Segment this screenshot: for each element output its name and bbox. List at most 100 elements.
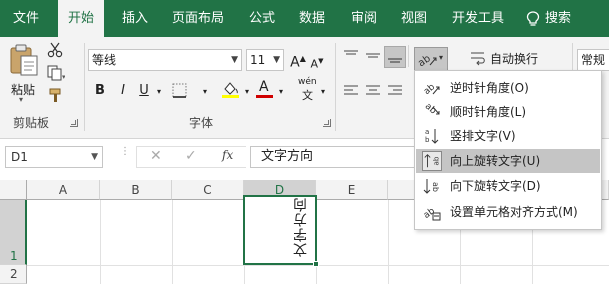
- copy-icon[interactable]: ▾: [47, 65, 65, 81]
- column-header-b[interactable]: B: [100, 180, 172, 200]
- paste-icon: [10, 44, 38, 76]
- clipboard-dialog-launcher[interactable]: [70, 119, 78, 127]
- tell-me-search[interactable]: 搜索: [526, 0, 571, 37]
- tab-insert[interactable]: 插入: [122, 0, 148, 37]
- lightbulb-icon: [526, 10, 540, 26]
- svg-text:a: a: [425, 128, 429, 136]
- column-header-c[interactable]: C: [172, 180, 244, 200]
- wrap-text-icon: [471, 52, 485, 66]
- fill-color-icon[interactable]: [221, 80, 241, 98]
- cancel-icon[interactable]: ✕: [150, 148, 162, 164]
- tab-home[interactable]: 开始: [58, 0, 104, 37]
- tab-view[interactable]: 视图: [401, 0, 427, 37]
- align-bottom-button[interactable]: [384, 46, 406, 68]
- chevron-down-icon[interactable]: ▾: [276, 82, 286, 102]
- formula-bar-grip[interactable]: ⋮: [120, 147, 130, 157]
- ribbon-separator: [84, 43, 85, 131]
- chevron-down-icon: ▾: [19, 95, 24, 104]
- row-number: 1: [10, 249, 18, 263]
- angle-clockwise-icon: ab: [423, 102, 440, 117]
- menu-item-rotate-text-up[interactable]: ab 向上旋转文字(U): [416, 149, 600, 173]
- tab-page-layout[interactable]: 页面布局: [172, 0, 224, 37]
- insert-function-icon[interactable]: fx: [222, 148, 233, 162]
- orientation-button[interactable]: ab ▾: [414, 47, 448, 71]
- chevron-down-icon[interactable]: ▾: [200, 82, 210, 102]
- chevron-down-icon: ▾: [439, 53, 444, 62]
- rotate-text-down-icon: ab: [423, 179, 440, 194]
- chevron-down-icon: ▼: [273, 55, 280, 65]
- decrease-font-button[interactable]: A▼: [310, 51, 324, 75]
- chevron-down-icon[interactable]: ▾: [242, 82, 252, 102]
- increase-font-glyph: A: [290, 54, 300, 71]
- increase-font-button[interactable]: A▲: [290, 49, 306, 73]
- menu-item-label: 向下旋转文字(D): [450, 179, 541, 193]
- name-box[interactable]: D1 ▼: [5, 146, 103, 168]
- column-header-a[interactable]: A: [27, 180, 100, 200]
- chevron-down-icon[interactable]: ▾: [318, 82, 328, 102]
- font-dialog-launcher[interactable]: [323, 119, 331, 127]
- menu-item-rotate-text-down[interactable]: ab 向下旋转文字(D): [416, 174, 600, 198]
- row-header-2[interactable]: 2: [0, 265, 27, 284]
- svg-text:ab: ab: [431, 156, 440, 165]
- underline-button[interactable]: U: [137, 81, 151, 101]
- tab-data[interactable]: 数据: [299, 0, 325, 37]
- enter-icon[interactable]: ✓: [185, 148, 197, 164]
- wrap-text-button[interactable]: 自动换行: [470, 49, 570, 69]
- font-name-value: 等线: [92, 53, 117, 67]
- tab-developer[interactable]: 开发工具: [452, 0, 504, 37]
- cell-d1[interactable]: 文字方向: [243, 195, 317, 265]
- phonetic-label: wén: [298, 77, 317, 87]
- tab-review[interactable]: 审阅: [351, 0, 377, 37]
- menu-item-label: 顺时针角度(L): [450, 105, 527, 119]
- text-orientation-icon: ab: [417, 53, 437, 69]
- svg-text:ab: ab: [423, 102, 438, 117]
- bold-button[interactable]: B: [92, 81, 108, 101]
- menu-item-angle-counterclockwise[interactable]: ab 逆时针角度(O): [416, 76, 600, 100]
- tab-file[interactable]: 文件: [13, 0, 39, 37]
- align-center-icon[interactable]: [365, 84, 381, 98]
- align-middle-icon[interactable]: [365, 49, 381, 63]
- grid-line: [388, 200, 389, 284]
- tab-formulas[interactable]: 公式: [249, 0, 275, 37]
- menu-item-label: 逆时针角度(O): [450, 81, 529, 95]
- format-cell-alignment-icon: ab: [422, 206, 441, 221]
- font-size-combo[interactable]: 11 ▼: [246, 49, 284, 71]
- borders-icon[interactable]: [172, 83, 190, 99]
- font-color-bar: [256, 95, 273, 98]
- row-number: 2: [10, 267, 18, 281]
- menu-item-vertical-text[interactable]: a b 竖排文字(V): [416, 124, 600, 148]
- grid-line: [172, 200, 173, 284]
- font-size-value: 11: [250, 53, 266, 67]
- row-header-1[interactable]: 1: [0, 200, 27, 265]
- align-top-icon[interactable]: [343, 49, 359, 63]
- rotate-text-up-icon: ab: [422, 151, 442, 171]
- align-left-icon[interactable]: [343, 84, 359, 98]
- formula-input[interactable]: 文字方向: [250, 146, 420, 168]
- menu-item-label: 设置单元格对齐方式(M): [450, 205, 578, 219]
- menu-item-label: 竖排文字(V): [450, 129, 516, 143]
- font-name-combo[interactable]: 等线 ▼: [88, 49, 242, 71]
- name-box-value: D1: [11, 150, 28, 164]
- italic-button[interactable]: I: [116, 81, 130, 101]
- grid-line: [100, 200, 101, 284]
- orientation-menu: ab 逆时针角度(O) ab 顺时针角度(L) a b 竖排文字(V) ab 向…: [414, 70, 602, 230]
- angle-counterclockwise-icon: ab: [422, 82, 440, 97]
- fill-handle[interactable]: [313, 261, 319, 267]
- menu-item-format-cell-alignment[interactable]: ab 设置单元格对齐方式(M): [416, 200, 600, 224]
- select-all-corner[interactable]: [0, 180, 27, 200]
- ribbon-separator: [408, 45, 409, 67]
- align-bottom-icon: [388, 58, 402, 63]
- align-right-icon[interactable]: [387, 84, 403, 98]
- chevron-down-icon[interactable]: ▾: [154, 82, 164, 102]
- ribbon-tab-bar: 文件 开始 插入 页面布局 公式 数据 审阅 视图 开发工具 搜索: [0, 0, 609, 37]
- number-format-combo[interactable]: 常规: [577, 49, 609, 71]
- column-header-e[interactable]: E: [316, 180, 388, 200]
- font-color-button[interactable]: A: [256, 79, 274, 99]
- ribbon-separator: [335, 43, 336, 131]
- chevron-down-icon: ▼: [231, 55, 238, 65]
- cut-icon[interactable]: [47, 42, 63, 58]
- formula-content: 文字方向: [261, 149, 314, 164]
- paste-button[interactable]: 粘贴 ▾: [6, 43, 42, 105]
- menu-item-angle-clockwise[interactable]: ab 顺时针角度(L): [416, 100, 600, 124]
- format-painter-icon[interactable]: [48, 87, 64, 103]
